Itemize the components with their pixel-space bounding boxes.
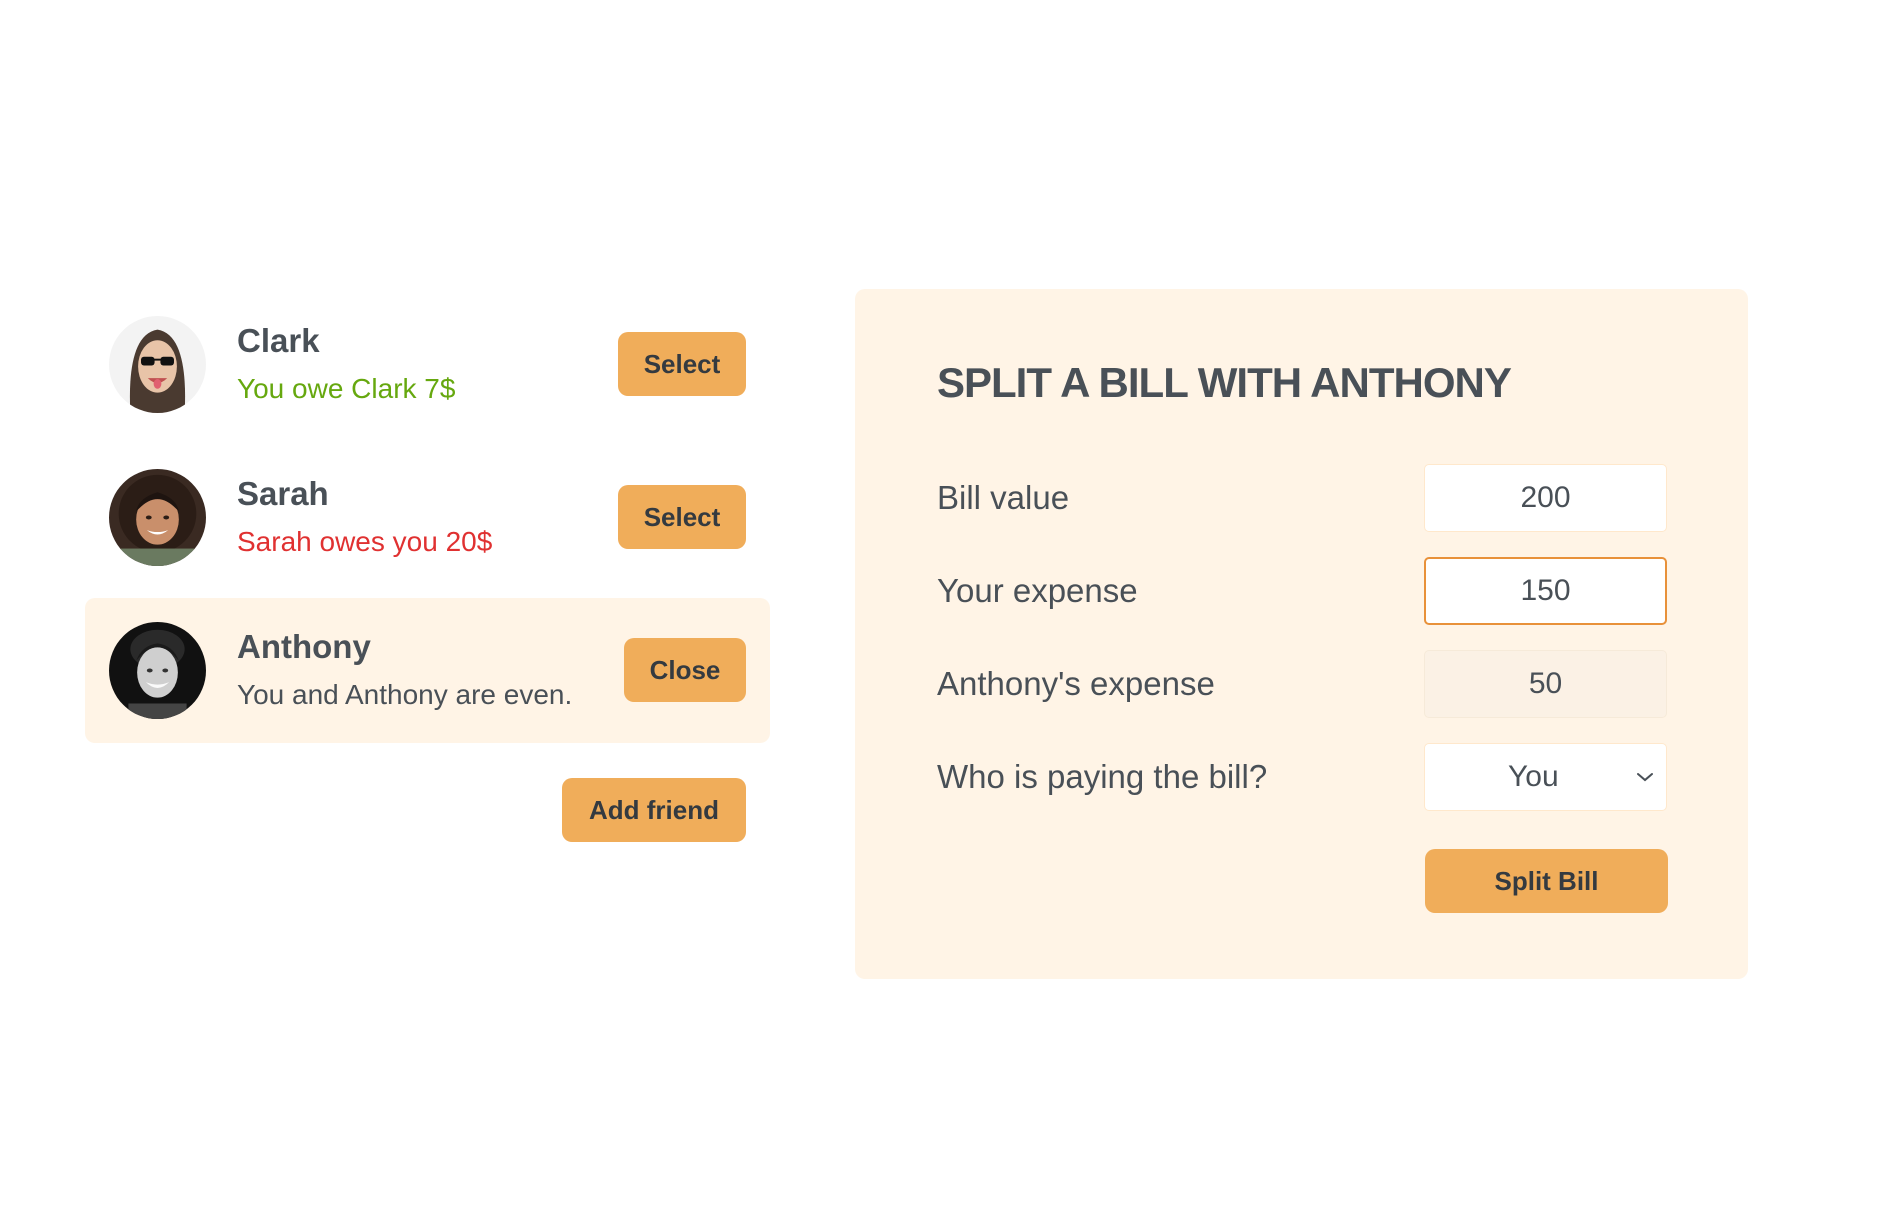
- friend-name: Sarah: [237, 475, 329, 512]
- your-expense-row: Your expense 150: [937, 557, 1667, 625]
- friend-expense-field: 50: [1424, 650, 1667, 718]
- split-bill-form: SPLIT A BILL WITH ANTHONY Bill value 200…: [855, 289, 1748, 979]
- payer-label: Who is paying the bill?: [937, 758, 1268, 795]
- close-friend-button[interactable]: Close: [624, 638, 746, 702]
- clark-avatar: [109, 316, 206, 413]
- your-expense-label: Your expense: [937, 572, 1138, 609]
- friend-balance-status: You owe Clark 7$: [237, 373, 456, 404]
- select-friend-button[interactable]: Select: [618, 485, 746, 549]
- bill-value-input[interactable]: 200: [1424, 464, 1667, 532]
- friend-balance-status: You and Anthony are even.: [237, 679, 573, 710]
- anthony-avatar: [109, 622, 206, 719]
- select-friend-button[interactable]: Select: [618, 332, 746, 396]
- friend-item-anthony: Anthony You and Anthony are even. Close: [85, 598, 770, 743]
- payer-row: Who is paying the bill? You: [937, 743, 1667, 811]
- form-title: SPLIT A BILL WITH ANTHONY: [937, 359, 1512, 406]
- add-friend-button[interactable]: Add friend: [562, 778, 746, 842]
- friend-item-clark: Clark You owe Clark 7$ Select: [85, 292, 770, 437]
- your-expense-input[interactable]: 150: [1424, 557, 1667, 625]
- friend-balance-status: Sarah owes you 20$: [237, 526, 493, 557]
- split-bill-button[interactable]: Split Bill: [1425, 849, 1668, 913]
- payer-select[interactable]: You: [1424, 743, 1667, 811]
- friend-expense-label: Anthony's expense: [937, 665, 1215, 702]
- friend-expense-row: Anthony's expense 50: [937, 650, 1667, 718]
- bill-value-row: Bill value 200: [937, 464, 1667, 532]
- payer-select-value: You: [1508, 760, 1559, 793]
- bill-value-label: Bill value: [937, 479, 1070, 516]
- friend-name: Anthony: [237, 628, 371, 665]
- friend-name: Clark: [237, 322, 320, 359]
- sarah-avatar: [109, 469, 206, 566]
- friend-item-sarah: Sarah Sarah owes you 20$ Select: [85, 445, 770, 590]
- eat-n-split-app: Clark You owe Clark 7$ Select Sarah Sara…: [0, 0, 1888, 1230]
- chevron-down-icon: [1637, 773, 1653, 782]
- friends-sidebar: Clark You owe Clark 7$ Select Sarah Sara…: [85, 292, 770, 842]
